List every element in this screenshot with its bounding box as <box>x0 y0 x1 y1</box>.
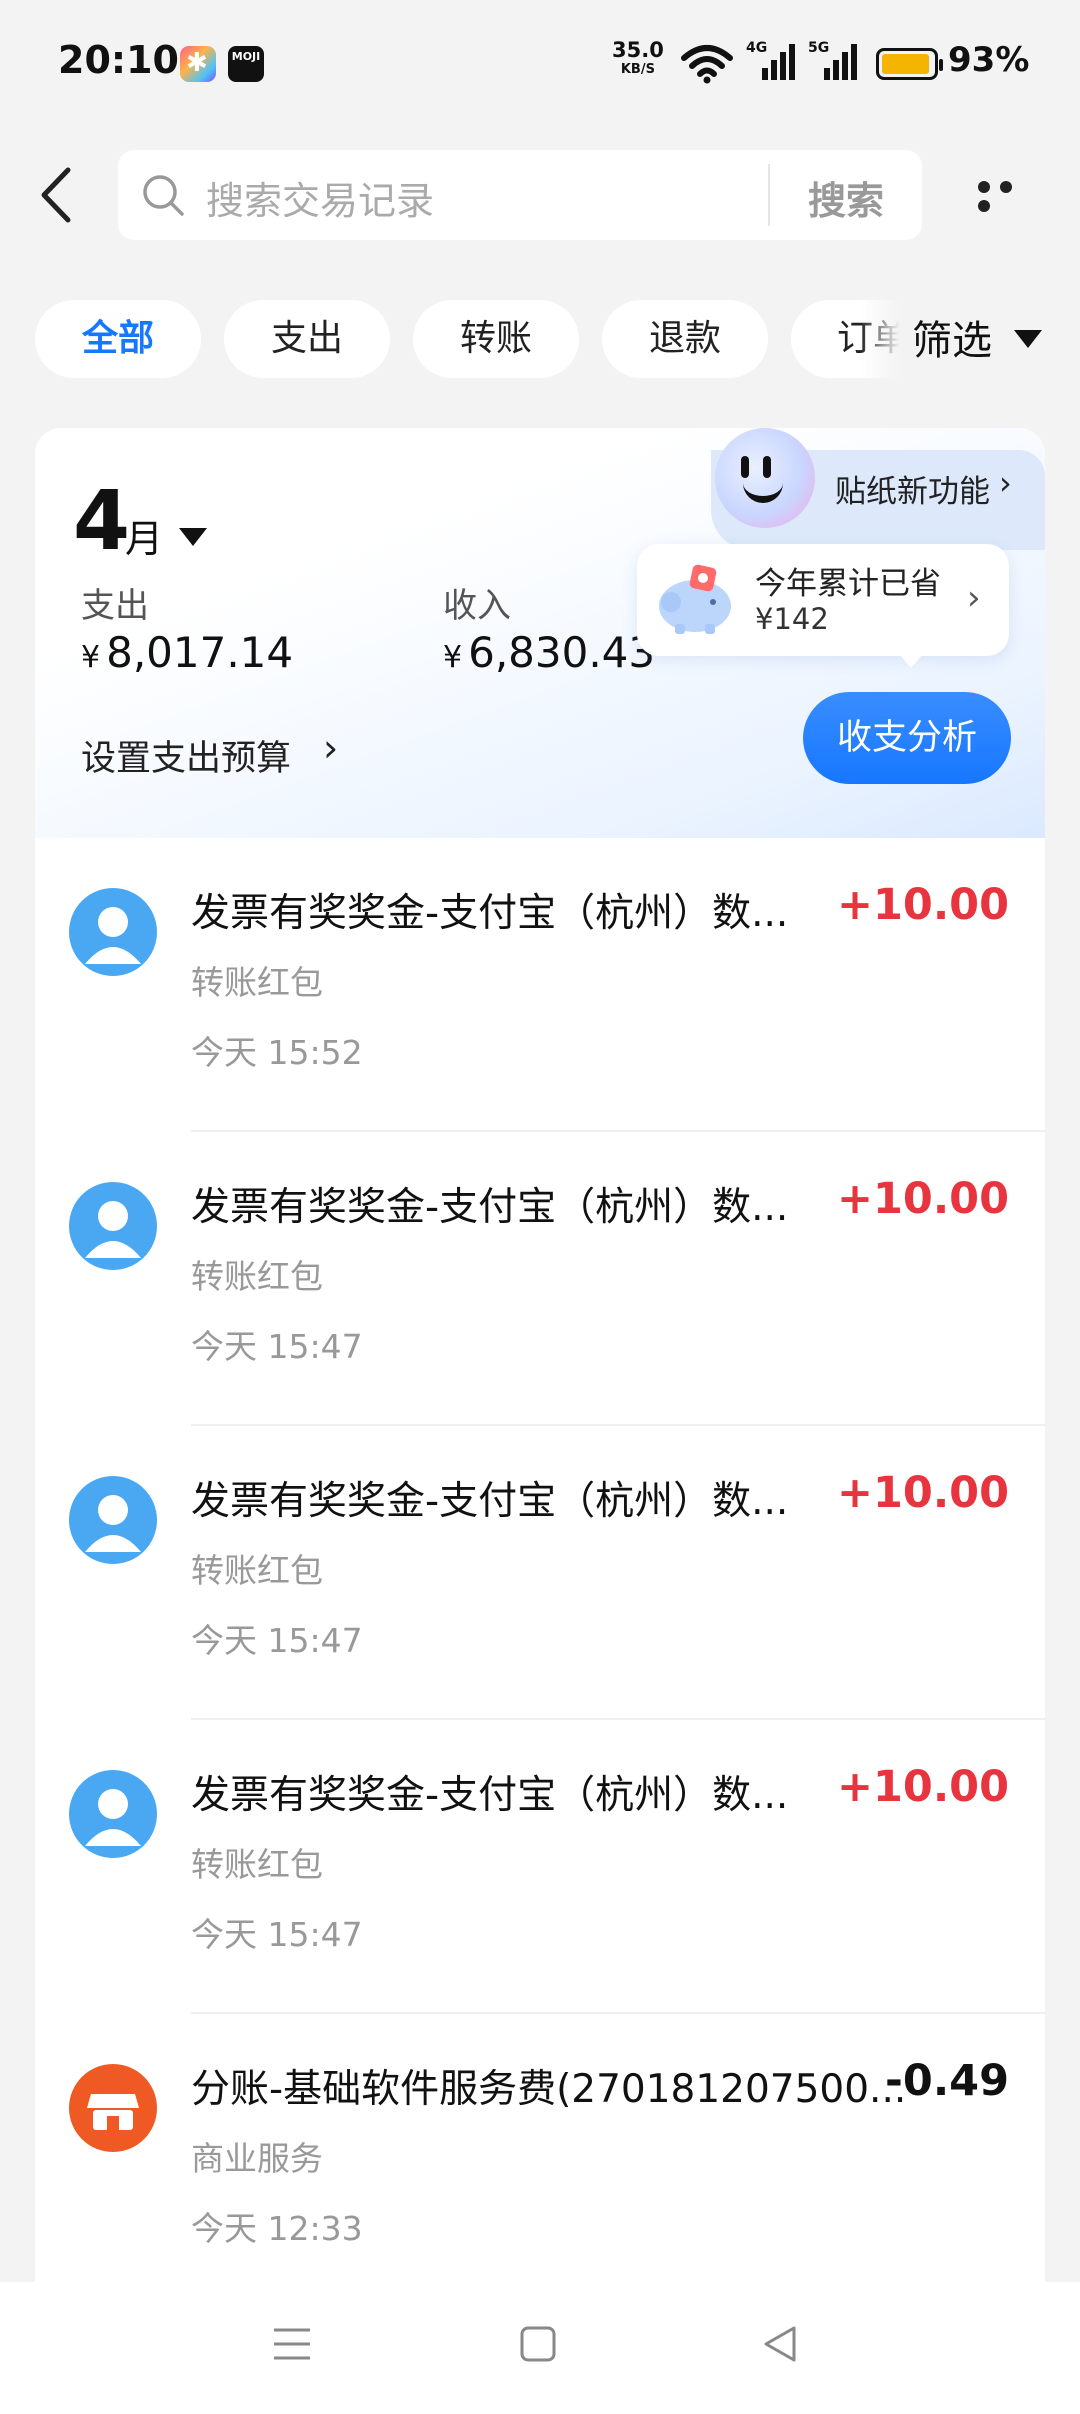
tab-expense[interactable]: 支出 <box>224 300 390 378</box>
month-selector[interactable]: 4 <box>73 474 130 569</box>
transaction-title: 发票有奖奖金-支付宝（杭州）数... <box>191 1185 789 1230</box>
income-amount: 6,830.43 <box>468 628 656 677</box>
person-avatar-icon <box>69 1476 157 1564</box>
moji-weather-icon: MOJI <box>228 46 264 82</box>
transaction-amount: +10.00 <box>836 1468 1009 1518</box>
currency-symbol: ¥ <box>81 640 101 675</box>
menu-icon[interactable] <box>270 2322 314 2366</box>
transaction-category: 转账红包 <box>191 963 323 1002</box>
transaction-category: 转账红包 <box>191 1551 323 1590</box>
search-input[interactable]: 搜索交易记录 <box>206 170 434 225</box>
transaction-time: 今天 15:47 <box>191 1621 363 1660</box>
network-speed-unit: KB/S <box>620 62 655 77</box>
wifi-icon <box>681 45 733 84</box>
set-budget-link[interactable]: 设置支出预算 <box>81 730 291 781</box>
monthly-summary: 贴纸新功能 › 4 月 支出 ¥8,017.14 收入 ¥6,830.43 今年… <box>35 428 1045 838</box>
sticker-feature-label[interactable]: 贴纸新功能 <box>835 466 990 511</box>
person-avatar-icon <box>69 1182 157 1270</box>
expense-amount: 8,017.14 <box>106 628 294 677</box>
transaction-title: 分账-基础软件服务费(270181207500... <box>191 2067 907 2112</box>
transaction-title: 发票有奖奖金-支付宝（杭州）数... <box>191 1773 789 1818</box>
expense-value: ¥8,017.14 <box>81 628 293 677</box>
search-divider <box>768 164 770 226</box>
transaction-category: 转账红包 <box>191 1845 323 1884</box>
search-button[interactable]: 搜索 <box>808 170 884 225</box>
income-expense-analysis-button[interactable]: 收支分析 <box>803 692 1011 784</box>
transaction-amount: +10.00 <box>836 1762 1009 1812</box>
tab-all[interactable]: 全部 <box>35 300 201 378</box>
transaction-row[interactable]: 发票有奖奖金-支付宝（杭州）数... +10.00 转账红包 今天 15:47 <box>35 1132 1045 1426</box>
transaction-title: 发票有奖奖金-支付宝（杭州）数... <box>191 891 789 936</box>
currency-symbol: ¥ <box>443 640 463 675</box>
transaction-time: 今天 15:52 <box>191 1033 363 1072</box>
battery-icon <box>876 48 943 80</box>
tab-transfer[interactable]: 转账 <box>413 300 579 378</box>
battery-fill <box>882 54 929 74</box>
app-notification-icon <box>180 46 216 82</box>
transaction-row[interactable]: 发票有奖奖金-支付宝（杭州）数... +10.00 转账红包 今天 15:47 <box>35 1720 1045 2014</box>
filter-tabs: 全部 支出 转账 退款 订单 筛选 <box>0 300 1080 380</box>
transaction-time: 今天 15:47 <box>191 1327 363 1366</box>
savings-title: 今年累计已省 <box>755 566 941 602</box>
status-time: 20:10 <box>58 38 179 82</box>
home-square-icon[interactable] <box>516 2322 560 2366</box>
more-options-icon[interactable] <box>978 178 1042 212</box>
income-value: ¥6,830.43 <box>443 628 655 677</box>
month-unit[interactable]: 月 <box>125 508 163 563</box>
sticker-face-icon[interactable] <box>715 428 815 528</box>
transaction-time: 今天 15:47 <box>191 1915 363 1954</box>
transaction-title: 发票有奖奖金-支付宝（杭州）数... <box>191 1479 789 1524</box>
filter-caret-icon[interactable] <box>1014 330 1042 348</box>
back-arrow-icon[interactable] <box>30 160 90 230</box>
signal-4g-icon: 4G <box>746 40 798 82</box>
transaction-category: 转账红包 <box>191 1257 323 1296</box>
transaction-amount: +10.00 <box>836 1174 1009 1224</box>
chevron-right-icon: › <box>999 464 1012 502</box>
status-bar: 20:10 MOJI 35.0 KB/S 4G 5G 93% <box>0 0 1080 130</box>
yearly-savings-bubble[interactable]: 今年累计已省 ¥142 › <box>637 544 1009 668</box>
month-dropdown-icon[interactable] <box>179 528 207 546</box>
income-label: 收入 <box>443 586 511 626</box>
shop-avatar-icon <box>69 2064 157 2152</box>
savings-amount: ¥142 <box>755 602 829 636</box>
transaction-category: 商业服务 <box>191 2139 323 2178</box>
transactions-card: 贴纸新功能 › 4 月 支出 ¥8,017.14 收入 ¥6,830.43 今年… <box>35 428 1045 2298</box>
transaction-row[interactable]: 发票有奖奖金-支付宝（杭州）数... +10.00 转账红包 今天 15:47 <box>35 1426 1045 1720</box>
transaction-amount: +10.00 <box>836 880 1009 930</box>
chevron-right-icon: › <box>967 578 981 618</box>
piggy-bank-icon <box>659 564 731 634</box>
person-avatar-icon <box>69 1770 157 1858</box>
transaction-row[interactable]: 发票有奖奖金-支付宝（杭州）数... +10.00 转账红包 今天 15:52 <box>35 838 1045 1132</box>
transaction-row[interactable]: 分账-基础软件服务费(270181207500... -0.49 商业服务 今天… <box>35 2014 1045 2298</box>
transaction-amount: -0.49 <box>885 2056 1009 2106</box>
system-nav-bar <box>0 2282 1080 2414</box>
network-speed-value: 35.0 <box>612 38 664 62</box>
signal-5g-icon: 5G <box>808 40 860 82</box>
search-bar[interactable]: 搜索交易记录 搜索 <box>118 150 922 240</box>
battery-percent: 93% <box>948 40 1030 80</box>
search-icon <box>143 175 184 216</box>
person-avatar-icon <box>69 888 157 976</box>
back-triangle-icon[interactable] <box>758 2322 802 2366</box>
network-speed: 35.0 KB/S <box>612 40 664 80</box>
tab-refund[interactable]: 退款 <box>602 300 768 378</box>
chevron-right-icon[interactable]: › <box>323 726 338 770</box>
expense-label: 支出 <box>81 586 149 626</box>
transaction-time: 今天 12:33 <box>191 2209 363 2248</box>
filter-button[interactable]: 筛选 <box>912 308 992 366</box>
